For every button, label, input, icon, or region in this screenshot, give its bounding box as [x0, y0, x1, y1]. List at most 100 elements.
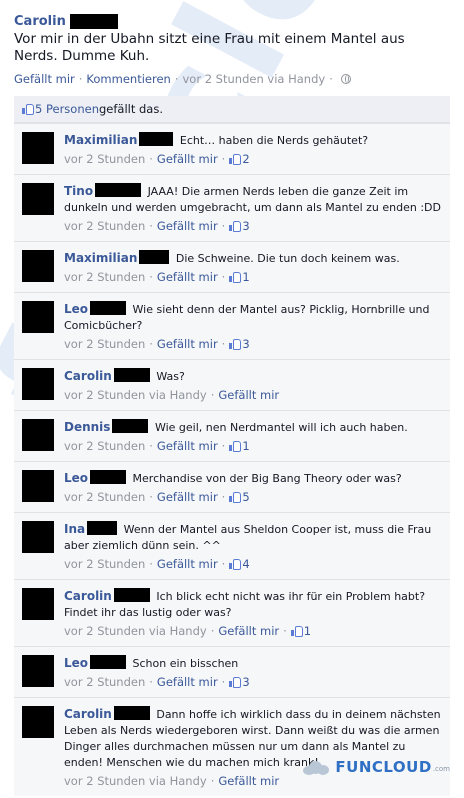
meta-separator: ·	[78, 72, 83, 86]
meta-separator: ·	[221, 490, 226, 504]
comment-author[interactable]: Leo	[64, 302, 88, 316]
censor-bar	[90, 470, 127, 484]
meta-separator: ·	[221, 557, 226, 571]
comment-like-link[interactable]: Gefällt mir	[218, 774, 279, 788]
comment-body: Dennis Wie geil, nen Nerdmantel will ich…	[64, 419, 442, 453]
avatar[interactable]	[22, 132, 54, 164]
avatar[interactable]	[22, 521, 54, 553]
thumbs-up-icon	[22, 104, 34, 115]
comment-line: Ina Wenn der Mantel aus Sheldon Cooper i…	[64, 521, 442, 554]
thumbs-up-icon	[229, 559, 242, 570]
comment-timestamp[interactable]: vor 2 Stunden via Handy	[64, 388, 207, 402]
comment-text: Schon ein bisschen	[132, 657, 239, 670]
comment-meta: vor 2 Stunden via Handy · Gefällt mir	[64, 774, 442, 788]
avatar[interactable]	[22, 419, 54, 451]
comment-timestamp[interactable]: vor 2 Stunden	[64, 490, 145, 504]
comment-author[interactable]: Tino	[64, 184, 93, 198]
comment-like-count[interactable]: 3	[229, 675, 250, 689]
comment-timestamp[interactable]: vor 2 Stunden	[64, 270, 145, 284]
comment-like-count[interactable]: 1	[229, 270, 250, 284]
comment-timestamp[interactable]: vor 2 Stunden	[64, 152, 145, 166]
comment-author[interactable]: Leo	[64, 656, 88, 670]
avatar[interactable]	[22, 470, 54, 502]
comment-timestamp[interactable]: vor 2 Stunden via Handy	[64, 774, 207, 788]
comment-like-link[interactable]: Gefällt mir	[157, 219, 218, 233]
comment-like-count[interactable]: 4	[229, 557, 250, 571]
meta-separator: ·	[329, 72, 333, 86]
comment-like-link[interactable]: Gefällt mir	[218, 388, 279, 402]
comment-item: Leo Merchandise von der Big Bang Theory …	[14, 461, 450, 512]
likes-count-link[interactable]: 5 Personen	[35, 102, 99, 116]
meta-separator: ·	[174, 72, 179, 86]
avatar[interactable]	[22, 301, 54, 333]
comment-like-count[interactable]: 1	[290, 624, 311, 638]
avatar[interactable]	[22, 183, 54, 215]
comment-like-link[interactable]: Gefällt mir	[157, 337, 218, 351]
comment-meta: vor 2 Stunden · Gefällt mir · 1	[64, 270, 442, 284]
comment-author[interactable]: Leo	[64, 471, 88, 485]
comment-body: Leo Schon ein bisschen vor 2 Stunden · G…	[64, 655, 442, 689]
likes-summary: 5 Personen gefällt das.	[14, 96, 450, 123]
comment-like-count[interactable]: 1	[229, 439, 250, 453]
comment-like-count[interactable]: 3	[229, 337, 250, 351]
post-timestamp[interactable]: vor 2 Stunden via Handy	[182, 72, 325, 86]
comment-author[interactable]: Ina	[64, 522, 85, 536]
avatar[interactable]	[22, 368, 54, 400]
comment-like-count[interactable]: 5	[229, 490, 250, 504]
comment-text: Merchandise von der Big Bang Theory oder…	[132, 472, 402, 485]
comment-like-link[interactable]: Gefällt mir	[157, 270, 218, 284]
comment-author[interactable]: Maximilian	[64, 251, 137, 265]
comment-author[interactable]: Carolin	[64, 589, 112, 603]
meta-separator: ·	[149, 557, 153, 571]
censor-bar	[139, 132, 174, 146]
comment-timestamp[interactable]: vor 2 Stunden	[64, 675, 145, 689]
logo-com: .com	[432, 765, 450, 773]
censor-bar	[113, 706, 150, 720]
comment-timestamp[interactable]: vor 2 Stunden via Handy	[64, 624, 207, 638]
comment-author[interactable]: Maximilian	[64, 133, 137, 147]
comment-timestamp[interactable]: vor 2 Stunden	[64, 337, 145, 351]
comment-like-link[interactable]: Gefällt mir	[218, 624, 279, 638]
meta-separator: ·	[221, 152, 226, 166]
comment-line: Carolin Was?	[64, 368, 442, 385]
comment-line: Leo Merchandise von der Big Bang Theory …	[64, 470, 442, 487]
comment-author[interactable]: Carolin	[64, 369, 112, 383]
comment-like-link[interactable]: Gefällt mir	[157, 557, 218, 571]
avatar[interactable]	[22, 250, 54, 282]
comment-item: Leo Wie sieht denn der Mantel aus? Pickl…	[14, 292, 450, 359]
comment-body: Tino JAAA! Die armen Nerds leben die gan…	[64, 183, 442, 233]
avatar[interactable]	[22, 655, 54, 687]
avatar[interactable]	[22, 706, 54, 738]
comment-line: Tino JAAA! Die armen Nerds leben die gan…	[64, 183, 442, 216]
status-post: Carolin Vor mir in der Ubahn sitzt eine …	[0, 0, 464, 86]
comment-timestamp[interactable]: vor 2 Stunden	[64, 557, 145, 571]
meta-separator: ·	[221, 270, 226, 284]
comment-author[interactable]: Carolin	[64, 707, 112, 721]
meta-separator: ·	[149, 219, 153, 233]
comment-body: Ina Wenn der Mantel aus Sheldon Cooper i…	[64, 521, 442, 571]
comment-like-link[interactable]: Gefällt mir	[157, 152, 218, 166]
logo-cloud: CLOUD	[371, 758, 432, 776]
thumbs-up-icon	[229, 272, 242, 283]
censor-bar	[139, 250, 170, 264]
comment-item: Leo Schon ein bisschen vor 2 Stunden · G…	[14, 646, 450, 697]
comment-text: Was?	[156, 370, 185, 383]
comment-timestamp[interactable]: vor 2 Stunden	[64, 439, 145, 453]
comment-like-link[interactable]: Gefällt mir	[157, 439, 218, 453]
comment-meta: vor 2 Stunden via Handy · Gefällt mir · …	[64, 624, 442, 638]
censor-bar	[113, 588, 150, 602]
comment-meta: vor 2 Stunden · Gefällt mir · 3	[64, 219, 442, 233]
comment-like-count[interactable]: 2	[229, 152, 250, 166]
post-comment-link[interactable]: Kommentieren	[86, 72, 170, 86]
comment-like-link[interactable]: Gefällt mir	[157, 675, 218, 689]
comment-like-link[interactable]: Gefällt mir	[157, 490, 218, 504]
comment-author[interactable]: Dennis	[64, 420, 110, 434]
post-meta: Gefällt mir · Kommentieren · vor 2 Stund…	[14, 72, 450, 86]
meta-separator: ·	[221, 219, 226, 233]
meta-separator: ·	[210, 388, 215, 402]
avatar[interactable]	[22, 588, 54, 620]
post-author-name[interactable]: Carolin	[14, 14, 66, 29]
comment-timestamp[interactable]: vor 2 Stunden	[64, 219, 145, 233]
post-like-link[interactable]: Gefällt mir	[14, 72, 75, 86]
comment-like-count[interactable]: 3	[229, 219, 250, 233]
